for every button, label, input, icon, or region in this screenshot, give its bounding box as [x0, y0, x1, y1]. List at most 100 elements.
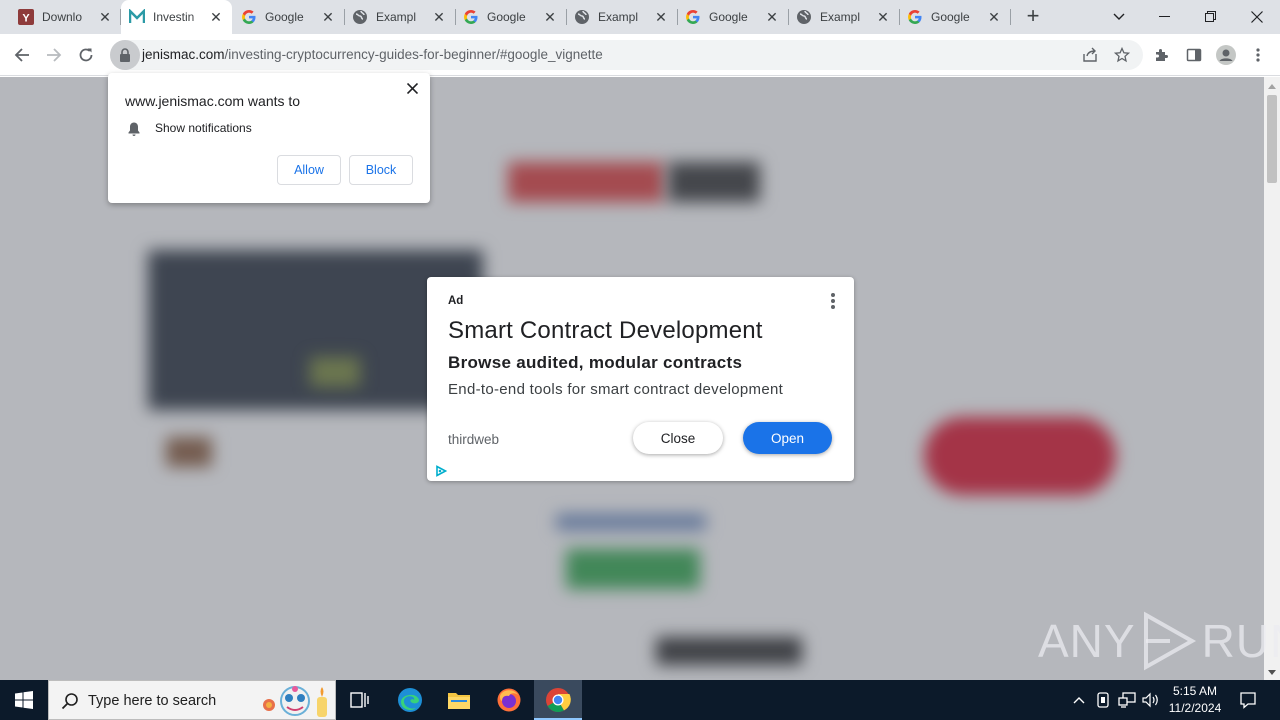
tab-title: Google: [487, 10, 526, 24]
tab-close-icon[interactable]: ✕: [542, 9, 558, 25]
tray-chevron-up-icon[interactable]: [1068, 680, 1090, 720]
bookmark-star-icon[interactable]: [1106, 39, 1138, 71]
browser-toolbar: jenismac.com/investing-cryptocurrency-gu…: [0, 34, 1280, 76]
ad-headline[interactable]: Smart Contract Development: [448, 317, 763, 345]
tab-title: Downlo: [42, 10, 83, 24]
tab-downlo[interactable]: Y Downlo ✕: [10, 0, 121, 34]
tab-google[interactable]: Google ✕: [899, 0, 1010, 34]
tab-example[interactable]: Exampl ✕: [566, 0, 677, 34]
file-explorer-icon[interactable]: [435, 680, 483, 720]
tab-title: Google: [931, 10, 970, 24]
notification-permission-prompt: www.jenismac.com wants to Show notificat…: [108, 73, 430, 203]
tab-separator: [1010, 9, 1011, 25]
adchoices-icon[interactable]: [435, 464, 448, 477]
tab-google[interactable]: Google ✕: [455, 0, 566, 34]
extensions-puzzle-icon[interactable]: [1146, 39, 1178, 71]
ad-description[interactable]: End-to-end tools for smart contract deve…: [448, 381, 783, 398]
tab-title: Exampl: [598, 10, 639, 24]
tab-close-icon[interactable]: ✕: [431, 9, 447, 25]
tab-close-icon[interactable]: ✕: [208, 9, 224, 25]
tray-device-icon[interactable]: [1092, 680, 1114, 720]
search-icon: [61, 692, 79, 710]
scroll-up-arrow-icon[interactable]: [1268, 84, 1276, 89]
watermark-left-text: ANY: [1038, 615, 1136, 667]
tab-close-icon[interactable]: ✕: [764, 9, 780, 25]
reload-icon[interactable]: [70, 39, 102, 71]
chrome-icon[interactable]: [534, 680, 582, 720]
side-panel-icon[interactable]: [1178, 39, 1210, 71]
clock-date: 11/2/2024: [1168, 701, 1222, 715]
notification-center-icon[interactable]: [1234, 680, 1262, 720]
new-tab-button[interactable]: +: [1021, 5, 1045, 29]
share-icon[interactable]: [1074, 39, 1106, 71]
back-arrow-icon[interactable]: [6, 39, 38, 71]
tab-title: Google: [265, 10, 304, 24]
globe-favicon-icon: [352, 9, 368, 25]
bell-icon: [126, 121, 142, 137]
close-window-button[interactable]: [1234, 0, 1280, 34]
tab-google[interactable]: Google ✕: [677, 0, 788, 34]
more-menu-icon[interactable]: [1242, 39, 1274, 71]
search-highlight-doodle-icon: [261, 683, 335, 719]
google-favicon-icon: [241, 9, 257, 25]
watermark-right-text: RUN: [1201, 615, 1280, 667]
tab-close-icon[interactable]: ✕: [986, 9, 1002, 25]
profile-avatar-icon[interactable]: [1210, 39, 1242, 71]
tab-search-chevron-icon[interactable]: [1096, 0, 1142, 34]
globe-favicon-icon: [796, 9, 812, 25]
close-icon[interactable]: [404, 80, 420, 96]
permission-label: Show notifications: [155, 121, 252, 135]
allow-button[interactable]: Allow: [277, 155, 341, 185]
ad-options-kebab-icon[interactable]: [827, 292, 839, 310]
svg-text:Y: Y: [22, 13, 30, 25]
tab-title: Exampl: [820, 10, 861, 24]
ad-subheadline[interactable]: Browse audited, modular contracts: [448, 353, 742, 373]
task-view-icon[interactable]: [336, 680, 384, 720]
restore-button[interactable]: [1188, 0, 1234, 34]
tab-investing[interactable]: Investin ✕: [121, 0, 232, 34]
taskbar-search-box[interactable]: Type here to search: [48, 680, 336, 720]
network-icon[interactable]: [1116, 680, 1138, 720]
jenismac-favicon-icon: [129, 9, 145, 25]
google-favicon-icon: [907, 9, 923, 25]
prompt-title: www.jenismac.com wants to: [125, 93, 301, 109]
tab-close-icon[interactable]: ✕: [320, 9, 336, 25]
tab-close-icon[interactable]: ✕: [653, 9, 669, 25]
volume-icon[interactable]: [1140, 680, 1162, 720]
url-text[interactable]: jenismac.com/investing-cryptocurrency-gu…: [142, 47, 603, 62]
system-clock[interactable]: 5:15 AM 11/2/2024: [1160, 683, 1230, 717]
forward-arrow-icon[interactable]: [38, 39, 70, 71]
tab-title: Google: [709, 10, 748, 24]
block-button[interactable]: Block: [349, 155, 413, 185]
tab-example[interactable]: Exampl ✕: [344, 0, 455, 34]
windows-start-icon[interactable]: [0, 680, 48, 720]
google-favicon-icon: [685, 9, 701, 25]
windows-taskbar: Type here to search 5:15 AM 11/2/2024: [0, 680, 1280, 720]
scrollbar-thumb[interactable]: [1267, 95, 1277, 183]
vignette-ad-card: Ad Smart Contract Development Browse aud…: [427, 277, 854, 481]
ad-close-button[interactable]: Close: [633, 422, 723, 454]
firefox-icon[interactable]: [485, 680, 533, 720]
google-favicon-icon: [463, 9, 479, 25]
url-path: /investing-cryptocurrency-guides-for-beg…: [224, 47, 603, 62]
page-scrollbar[interactable]: [1264, 77, 1280, 680]
tab-strip: Y Downlo ✕ Investin ✕ Google ✕ Exampl ✕ …: [0, 0, 1280, 34]
tab-google[interactable]: Google ✕: [233, 0, 344, 34]
globe-favicon-icon: [574, 9, 590, 25]
minimize-button[interactable]: [1142, 0, 1188, 34]
tab-example[interactable]: Exampl ✕: [788, 0, 899, 34]
url-host: jenismac.com: [142, 47, 225, 62]
edge-browser-icon[interactable]: [386, 680, 434, 720]
tab-close-icon[interactable]: ✕: [97, 9, 113, 25]
clock-time: 5:15 AM: [1172, 684, 1218, 698]
address-bar[interactable]: jenismac.com/investing-cryptocurrency-gu…: [110, 40, 1143, 70]
ad-label: Ad: [448, 295, 464, 307]
tab-title: Exampl: [376, 10, 417, 24]
ad-open-button[interactable]: Open: [743, 422, 832, 454]
search-placeholder: Type here to search: [88, 693, 217, 709]
lock-icon[interactable]: [110, 40, 140, 70]
y-combinator-favicon-icon: Y: [18, 9, 34, 25]
tab-title: Investin: [153, 10, 195, 24]
ad-advertiser[interactable]: thirdweb: [448, 432, 499, 447]
tab-close-icon[interactable]: ✕: [875, 9, 891, 25]
